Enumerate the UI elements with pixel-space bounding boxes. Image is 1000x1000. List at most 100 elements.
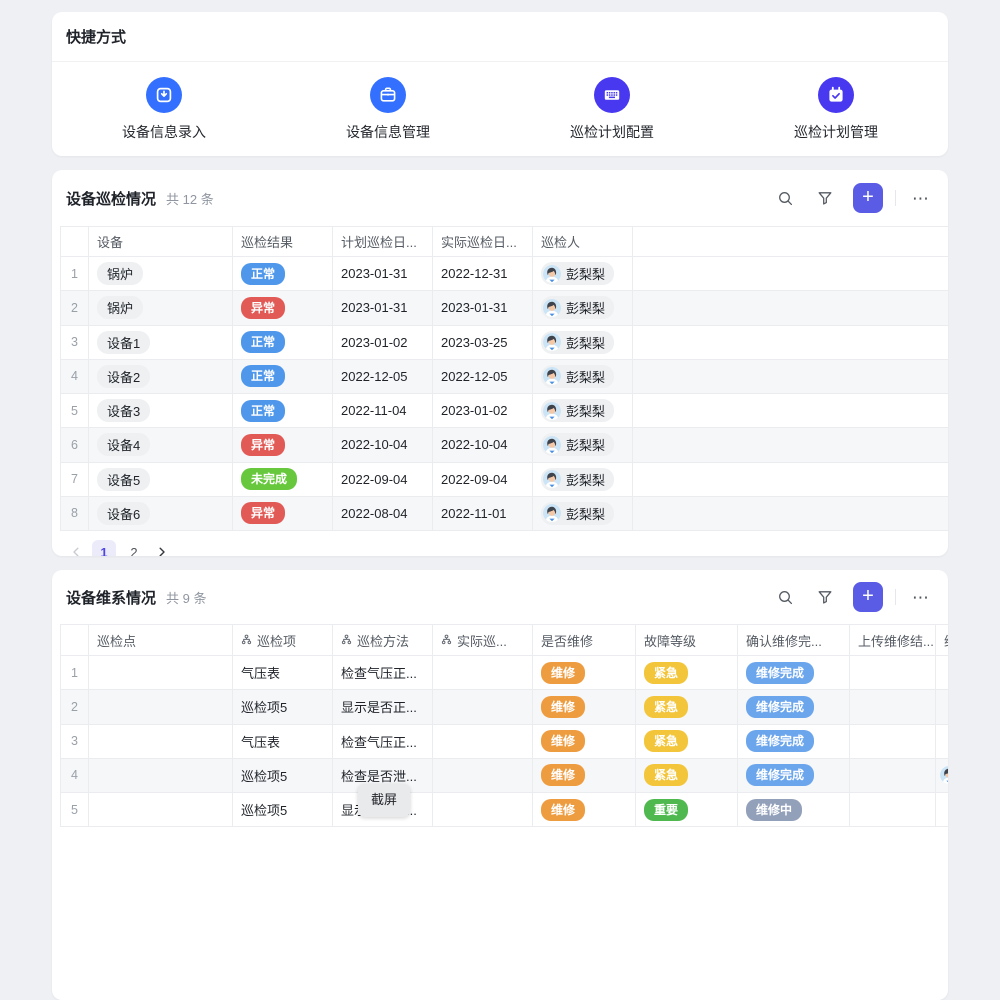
row-number: 5 — [61, 793, 89, 826]
table-row[interactable]: 6设备4异常2022-10-042022-10-04彭梨梨 — [61, 428, 948, 462]
extra-cell — [936, 759, 948, 792]
shortcuts-title-row: 快捷方式 — [52, 12, 948, 62]
spacer-cell — [633, 428, 948, 461]
planned-date: 2022-11-04 — [333, 394, 433, 427]
shortcut-2[interactable]: 巡检计划配置 — [500, 77, 724, 142]
column-header[interactable]: 实际巡... — [433, 625, 533, 655]
column-header[interactable]: 确认维修完... — [738, 625, 850, 655]
item-cell: 气压表 — [233, 725, 333, 758]
method-cell: 检查气压正... — [333, 725, 433, 758]
column-header[interactable]: 实际巡检日... — [433, 227, 533, 256]
column-header[interactable]: 上传维修结... — [850, 625, 936, 655]
device-cell: 锅炉 — [89, 291, 233, 324]
row-number-header — [61, 227, 89, 256]
search-icon[interactable] — [775, 188, 795, 208]
shortcut-0[interactable]: 设备信息录入 — [52, 77, 276, 142]
status-badge: 异常 — [241, 297, 285, 319]
more-options-icon[interactable]: ⋯ — [908, 190, 934, 207]
inspector-avatar — [940, 766, 948, 784]
device-cell: 锅炉 — [89, 257, 233, 290]
table-row[interactable]: 3设备1正常2023-01-022023-03-25彭梨梨 — [61, 326, 948, 360]
item-cell: 巡检项5 — [233, 793, 333, 826]
column-header[interactable]: 计划巡检日... — [333, 227, 433, 256]
column-header[interactable]: 巡检方法 — [333, 625, 433, 655]
column-header[interactable]: 巡检项 — [233, 625, 333, 655]
row-number: 7 — [61, 463, 89, 496]
item-cell: 巡检项5 — [233, 759, 333, 792]
row-number: 4 — [61, 360, 89, 393]
filter-icon[interactable] — [815, 587, 835, 607]
planned-date: 2023-01-02 — [333, 326, 433, 359]
inspector-avatar — [543, 436, 561, 454]
inspector-cell: 彭梨梨 — [533, 326, 633, 359]
status-badge: 正常 — [241, 365, 285, 387]
level-cell: 紧急 — [636, 725, 738, 758]
screenshot-button[interactable]: 截屏 — [358, 784, 410, 817]
column-header[interactable]: 巡检结果 — [233, 227, 333, 256]
inspector-avatar — [543, 402, 561, 420]
spacer-cell — [633, 227, 948, 256]
add-record-button[interactable]: + — [853, 582, 883, 612]
device-tag: 设备1 — [97, 331, 150, 354]
row-number: 2 — [61, 291, 89, 324]
maintenance-record-count: 共 9 条 — [166, 588, 206, 607]
row-number: 1 — [61, 656, 89, 689]
column-header[interactable]: 故障等级 — [636, 625, 738, 655]
lookup-icon — [341, 633, 352, 648]
point-cell — [89, 759, 233, 792]
status-badge: 维修完成 — [746, 662, 814, 684]
filter-icon[interactable] — [815, 188, 835, 208]
inspector-avatar — [543, 470, 561, 488]
page-1-button[interactable]: 1 — [92, 540, 116, 556]
page-2-button[interactable]: 2 — [122, 540, 146, 556]
table-row[interactable]: 3气压表检查气压正...维修紧急维修完成 — [61, 725, 948, 759]
device-cell: 设备4 — [89, 428, 233, 461]
status-badge: 维修 — [541, 662, 585, 684]
spacer-cell — [633, 497, 948, 530]
inspection-title: 设备巡检情况 — [66, 188, 156, 209]
table-row[interactable]: 1锅炉正常2023-01-312022-12-31彭梨梨 — [61, 257, 948, 291]
shortcut-3[interactable]: 巡检计划管理 — [724, 77, 948, 142]
lookup-icon — [441, 633, 452, 648]
status-badge: 紧急 — [644, 662, 688, 684]
planned-date: 2022-08-04 — [333, 497, 433, 530]
table-row[interactable]: 8设备6异常2022-08-042022-11-01彭梨梨 — [61, 497, 948, 531]
column-header[interactable]: 设备 — [89, 227, 233, 256]
inspector-avatar — [543, 367, 561, 385]
search-icon[interactable] — [775, 587, 795, 607]
table-row[interactable]: 1气压表检查气压正...维修紧急维修完成 — [61, 656, 948, 690]
column-header[interactable]: 维 — [936, 625, 948, 655]
add-record-button[interactable]: + — [853, 183, 883, 213]
table-row[interactable]: 4巡检项5检查是否泄...维修紧急维修完成 — [61, 759, 948, 793]
upload-cell — [850, 793, 936, 826]
inspector-chip: 彭梨梨 — [541, 399, 614, 422]
shortcuts-title: 快捷方式 — [66, 26, 126, 47]
more-options-icon[interactable]: ⋯ — [908, 589, 934, 606]
inspection-record-count: 共 12 条 — [166, 189, 214, 208]
spacer-cell — [633, 326, 948, 359]
column-header[interactable]: 巡检点 — [89, 625, 233, 655]
table-row[interactable]: 2巡检项5显示是否正...维修紧急维修完成 — [61, 690, 948, 724]
table-row[interactable]: 2锅炉异常2023-01-312023-01-31彭梨梨 — [61, 291, 948, 325]
status-badge: 维修完成 — [746, 730, 814, 752]
confirm-cell: 维修中 — [738, 793, 850, 826]
table-row[interactable]: 7设备5未完成2022-09-042022-09-04彭梨梨 — [61, 463, 948, 497]
table-row[interactable]: 5巡检项5显示是否正...维修重要维修中 — [61, 793, 948, 827]
point-cell — [89, 793, 233, 826]
shortcut-1[interactable]: 设备信息管理 — [276, 77, 500, 142]
result-cell: 正常 — [233, 394, 333, 427]
table-row[interactable]: 5设备3正常2022-11-042023-01-02彭梨梨 — [61, 394, 948, 428]
device-cell: 设备6 — [89, 497, 233, 530]
prev-page-button[interactable] — [66, 540, 86, 556]
shortcut-row: 设备信息录入设备信息管理巡检计划配置巡检计划管理 — [52, 62, 948, 156]
column-header[interactable]: 是否维修 — [533, 625, 636, 655]
maintenance-title: 设备维系情况 — [66, 587, 156, 608]
spacer-cell — [633, 257, 948, 290]
device-cell: 设备2 — [89, 360, 233, 393]
table-row[interactable]: 4设备2正常2022-12-052022-12-05彭梨梨 — [61, 360, 948, 394]
actual-date: 2022-12-05 — [433, 360, 533, 393]
next-page-button[interactable] — [152, 540, 172, 556]
device-tag: 锅炉 — [97, 296, 143, 319]
column-header[interactable]: 巡检人 — [533, 227, 633, 256]
status-badge: 紧急 — [644, 696, 688, 718]
